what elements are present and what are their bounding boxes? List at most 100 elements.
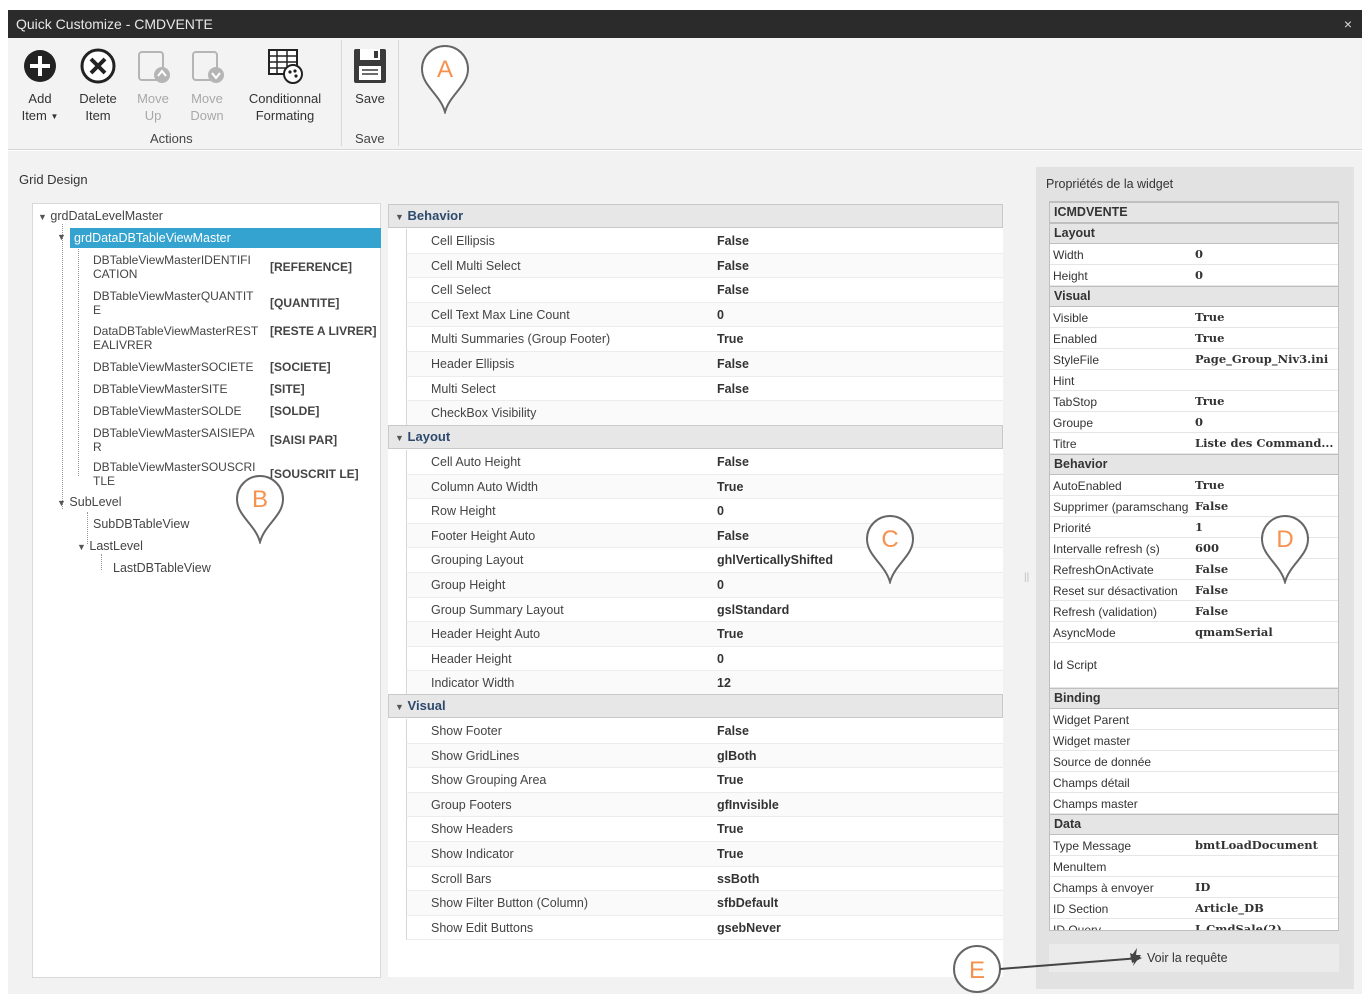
widget-property-row[interactable]: ID Section Article_DB (1050, 898, 1338, 919)
widget-property-row[interactable]: Enabled True (1050, 328, 1338, 349)
property-value[interactable]: False (717, 529, 749, 543)
property-row[interactable]: Header Height Auto True (406, 622, 1003, 647)
property-value[interactable]: 0 (717, 308, 724, 322)
property-value[interactable]: sfbDefault (717, 896, 778, 910)
property-value[interactable]: True (717, 480, 743, 494)
category-behavior[interactable]: ▼ Behavior (388, 204, 1003, 228)
property-value[interactable]: True (717, 822, 743, 836)
property-value[interactable]: gsebNever (717, 921, 781, 935)
property-value[interactable]: True (717, 627, 743, 641)
widget-property-value[interactable]: I_CmdSale(2) (1195, 922, 1337, 930)
property-row[interactable]: Indicator Width 12 (406, 671, 1003, 696)
property-row[interactable]: Column Auto Width True (406, 474, 1003, 500)
move-up-button[interactable]: Move Up (130, 46, 176, 124)
property-row[interactable]: Show Indicator True (406, 842, 1003, 867)
property-row[interactable]: Show Headers True (406, 817, 1003, 842)
property-row[interactable]: Show Edit Buttons gsebNever (406, 915, 1003, 941)
widget-property-row[interactable]: Titre Liste des Command... (1050, 433, 1338, 454)
property-row[interactable]: Cell Select False (406, 278, 1003, 303)
property-row[interactable]: Cell Text Max Line Count 0 (406, 302, 1003, 328)
property-value[interactable]: False (717, 357, 749, 371)
property-value[interactable]: True (717, 773, 743, 787)
tree-node-sublevel[interactable]: ▼ SubLevel (57, 495, 122, 509)
widget-property-row[interactable]: Visible True (1050, 307, 1338, 328)
grid-design-tree[interactable]: ▼ grdDataLevelMaster ▼ grdDataDBTableVie… (32, 203, 381, 978)
property-value[interactable]: False (717, 724, 749, 738)
widget-property-row[interactable]: Champs master (1050, 793, 1338, 814)
properties-grid[interactable]: ▼ Behavior Cell Ellipsis False Cell Multi … (388, 204, 1003, 977)
widget-property-value[interactable]: True (1195, 478, 1337, 492)
move-down-button[interactable]: Move Down (184, 46, 230, 124)
property-row[interactable]: Show GridLines glBoth (406, 743, 1003, 769)
delete-item-button[interactable]: Delete Item (72, 46, 124, 124)
property-value[interactable]: True (717, 847, 743, 861)
widget-property-row[interactable]: Widget master (1050, 730, 1338, 751)
widget-property-row[interactable]: Widget Parent (1050, 709, 1338, 730)
widget-property-value[interactable]: True (1195, 331, 1337, 345)
save-button[interactable]: Save (346, 46, 394, 107)
widget-property-row[interactable]: Champs détail (1050, 772, 1338, 793)
property-value[interactable]: gfInvisible (717, 798, 779, 812)
property-value[interactable]: ssBoth (717, 872, 759, 886)
widget-property-value[interactable]: True (1195, 394, 1337, 408)
property-row[interactable]: Group Footers gfInvisible (406, 792, 1003, 818)
property-row[interactable]: Show Grouping Area True (406, 768, 1003, 793)
property-row[interactable]: Show Filter Button (Column) sfbDefault (406, 891, 1003, 916)
widget-property-row[interactable]: MenuItem (1050, 856, 1338, 877)
widget-property-row[interactable]: ID Query I_CmdSale(2) (1050, 919, 1338, 930)
property-row[interactable]: Multi Summaries (Group Footer) True (406, 327, 1003, 352)
widget-property-row[interactable]: Champs à envoyer ID (1050, 877, 1338, 898)
tree-node-subview[interactable]: SubDBTableView (93, 517, 189, 531)
property-row[interactable]: Cell Auto Height False (406, 450, 1003, 475)
property-value[interactable]: False (717, 259, 749, 273)
widget-property-row[interactable]: Hint (1050, 370, 1338, 391)
property-row[interactable]: Cell Multi Select False (406, 253, 1003, 279)
widget-property-row[interactable]: Source de donnée (1050, 751, 1338, 772)
widget-property-row[interactable]: StyleFile Page_Group_Niv3.ini (1050, 349, 1338, 370)
widget-property-value[interactable]: False (1195, 499, 1337, 513)
property-row[interactable]: Header Ellipsis False (406, 352, 1003, 377)
widget-property-row[interactable]: Height 0 (1050, 265, 1338, 286)
property-row[interactable]: Header Height 0 (406, 646, 1003, 672)
property-value[interactable]: 0 (717, 504, 724, 518)
property-value[interactable]: True (717, 332, 743, 346)
id-script-row[interactable]: Id Script (1050, 643, 1338, 688)
property-row[interactable]: Scroll Bars ssBoth (406, 866, 1003, 892)
property-row[interactable]: CheckBox Visibility (406, 401, 1003, 426)
panel-splitter[interactable]: || (1024, 572, 1029, 583)
widget-property-row[interactable]: Groupe 0 (1050, 412, 1338, 433)
widget-property-value[interactable]: False (1195, 604, 1337, 618)
tree-node-master[interactable]: ▼ (57, 229, 66, 243)
property-value[interactable]: ghlVerticallyShifted (717, 553, 833, 567)
property-row[interactable]: Group Summary Layout gslStandard (406, 597, 1003, 623)
property-value[interactable]: False (717, 283, 749, 297)
property-value[interactable]: 12 (717, 676, 731, 690)
property-value[interactable]: False (717, 234, 749, 248)
widget-property-row[interactable]: AsyncMode qmamSerial (1050, 622, 1338, 643)
property-value[interactable]: 0 (717, 652, 724, 666)
widget-property-row[interactable]: Type Message bmtLoadDocument (1050, 835, 1338, 856)
property-value[interactable]: gslStandard (717, 603, 789, 617)
widget-property-value[interactable]: 0 (1195, 247, 1337, 261)
tree-node-lastlevel[interactable]: ▼ LastLevel (77, 539, 143, 553)
conditional-formatting-button[interactable]: Conditionnal Formating (240, 46, 330, 124)
widget-property-value[interactable]: Article_DB (1195, 901, 1337, 915)
property-value[interactable]: glBoth (717, 749, 757, 763)
close-icon[interactable]: × (1344, 10, 1352, 38)
category-layout[interactable]: ▼ Layout (388, 425, 1003, 449)
widget-property-value[interactable]: ID (1195, 880, 1337, 894)
widget-property-value[interactable]: False (1195, 583, 1337, 597)
add-item-button[interactable]: Add Item ▼ (16, 46, 64, 125)
widget-property-value[interactable]: True (1195, 310, 1337, 324)
property-row[interactable]: Multi Select False (406, 376, 1003, 402)
widget-property-value[interactable]: bmtLoadDocument (1195, 838, 1337, 852)
property-row[interactable]: Show Footer False (406, 719, 1003, 744)
widget-property-row[interactable]: AutoEnabled True (1050, 475, 1338, 496)
tree-node-lastview[interactable]: LastDBTableView (113, 561, 211, 575)
widget-property-row[interactable]: Refresh (validation) False (1050, 601, 1338, 622)
widget-property-value[interactable]: 0 (1195, 415, 1337, 429)
widget-property-value[interactable]: Liste des Command... (1195, 436, 1337, 450)
widget-property-row[interactable]: TabStop True (1050, 391, 1338, 412)
property-value[interactable]: False (717, 382, 749, 396)
category-visual[interactable]: ▼ Visual (388, 694, 1003, 718)
